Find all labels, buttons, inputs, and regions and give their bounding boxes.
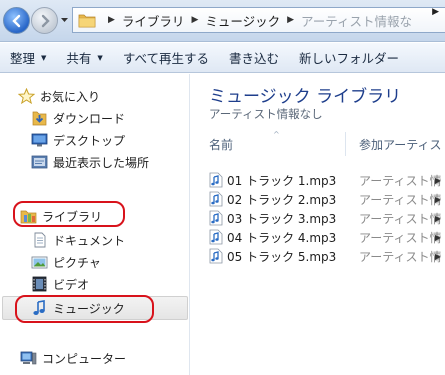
list-item[interactable]: 01 トラック 1.mp3 アーティスト情 ▶ — [209, 171, 445, 189]
play-all-button[interactable]: すべて再生する — [113, 48, 219, 67]
video-icon — [32, 276, 47, 292]
organize-button[interactable]: 整理 ▼ — [0, 48, 56, 67]
sidebar-item-label: デスクトップ — [53, 133, 126, 148]
breadcrumb-libraries[interactable]: ライブラリ — [122, 11, 185, 30]
breadcrumb-separator[interactable]: ▶ — [287, 15, 294, 25]
downloads-folder-icon — [32, 111, 47, 126]
annotation-circle-music — [15, 295, 154, 323]
overflow-arrow-icon: ▶ — [434, 232, 441, 242]
chevron-down-icon: ▼ — [41, 53, 47, 62]
breadcrumb-music[interactable]: ミュージック — [205, 11, 280, 30]
file-name: 02 トラック 2.mp3 — [227, 192, 337, 207]
desktop-icon — [31, 133, 48, 147]
audio-file-icon — [209, 172, 223, 188]
sidebar-item-videos[interactable]: ビデオ — [31, 274, 89, 294]
forward-button[interactable] — [31, 7, 58, 34]
overflow-arrow-icon: ▶ — [434, 251, 441, 261]
arrow-right-icon — [41, 14, 50, 27]
recent-places-icon — [31, 155, 48, 169]
sidebar-item-label: お気に入り — [40, 89, 101, 104]
sidebar-item-pictures[interactable]: ピクチャ — [31, 252, 101, 272]
sidebar-item-desktop[interactable]: デスクトップ — [31, 130, 125, 150]
sidebar-item-label: ピクチャ — [53, 255, 101, 270]
back-button[interactable] — [3, 7, 30, 34]
content-pane: ミュージック ライブラリ アーティスト情報なし ^ 名前 参加アーティス 01 … — [191, 74, 445, 375]
arrow-left-icon — [11, 14, 20, 27]
file-artist: アーティスト情 — [359, 230, 442, 245]
pictures-icon — [31, 256, 48, 269]
sidebar-item-label: ダウンロード — [53, 111, 126, 126]
address-bar-row: ▶ ライブラリ ▶ ミュージック ▶ アーティスト情報な ▶ — [0, 0, 445, 42]
column-divider[interactable] — [345, 132, 346, 156]
file-name: 03 トラック 3.mp3 — [227, 211, 337, 226]
list-item[interactable]: 05 トラック 5.mp3 アーティスト情 ▶ — [209, 247, 445, 265]
sidebar-item-favorites[interactable]: お気に入り — [18, 86, 100, 106]
file-artist: アーティスト情 — [359, 249, 442, 264]
overflow-arrow-icon: ▶ — [434, 175, 441, 185]
page-title: ミュージック ライブラリ — [209, 87, 402, 107]
column-header-name[interactable]: 名前 — [209, 136, 233, 153]
star-icon — [18, 88, 35, 104]
file-artist: アーティスト情 — [359, 192, 442, 207]
organize-label: 整理 — [10, 51, 36, 66]
sidebar-item-documents[interactable]: ドキュメント — [31, 230, 125, 250]
overflow-arrow-icon: ▶ — [434, 194, 441, 204]
burn-button[interactable]: 書き込む — [219, 48, 289, 67]
sort-ascending-icon: ^ — [273, 130, 280, 139]
column-header-artist[interactable]: 参加アーティス — [359, 136, 442, 153]
list-item[interactable]: 04 トラック 4.mp3 アーティスト情 ▶ — [209, 228, 445, 246]
sidebar-item-label: ドキュメント — [53, 233, 126, 248]
audio-file-icon — [209, 191, 223, 207]
audio-file-icon — [209, 248, 223, 264]
sidebar-item-label: コンピューター — [42, 351, 127, 366]
sidebar-item-downloads[interactable]: ダウンロード — [31, 108, 125, 128]
breadcrumb-separator[interactable]: ▶ — [108, 15, 115, 25]
sidebar-item-computer[interactable]: コンピューター — [20, 348, 126, 368]
share-label: 共有 — [66, 51, 92, 66]
chevron-down-icon: ▼ — [97, 53, 103, 62]
list-item[interactable]: 02 トラック 2.mp3 アーティスト情 ▶ — [209, 190, 445, 208]
folder-icon — [78, 14, 96, 28]
arrange-by-link[interactable]: アーティスト情報なし — [209, 106, 323, 122]
breadcrumb-artist[interactable]: アーティスト情報な — [301, 11, 412, 30]
file-name: 04 トラック 4.mp3 — [227, 230, 337, 245]
sidebar-item-label: ビデオ — [53, 277, 90, 292]
file-name: 01 トラック 1.mp3 — [227, 173, 337, 188]
annotation-circle-libraries — [13, 201, 125, 227]
file-artist: アーティスト情 — [359, 173, 442, 188]
share-button[interactable]: 共有 ▼ — [56, 48, 112, 67]
command-bar: 整理 ▼ 共有 ▼ すべて再生する 書き込む 新しいフォルダー — [0, 43, 445, 73]
navigation-pane: お気に入り ダウンロード デスクトップ 最近表示した場所 ライブラリ ドキュメン… — [0, 74, 190, 375]
column-header-row: ^ 名前 参加アーティス — [191, 130, 445, 156]
breadcrumb[interactable]: ▶ ライブラリ ▶ ミュージック ▶ アーティスト情報な — [72, 7, 445, 33]
computer-icon — [20, 351, 37, 365]
audio-file-icon — [209, 210, 223, 226]
recent-pages-dropdown[interactable] — [60, 15, 69, 25]
sidebar-item-label: 最近表示した場所 — [53, 155, 150, 170]
file-artist: アーティスト情 — [359, 211, 442, 226]
sidebar-item-recent-places[interactable]: 最近表示した場所 — [31, 152, 149, 172]
audio-file-icon — [209, 229, 223, 245]
list-item[interactable]: 03 トラック 3.mp3 アーティスト情 ▶ — [209, 209, 445, 227]
document-icon — [34, 232, 46, 248]
file-name: 05 トラック 5.mp3 — [227, 249, 337, 264]
breadcrumb-separator[interactable]: ▶ — [191, 15, 198, 25]
overflow-arrow-icon: ▶ — [434, 213, 441, 223]
new-folder-button[interactable]: 新しいフォルダー — [289, 48, 409, 67]
breadcrumb-overflow-icon[interactable]: ▶ — [432, 7, 439, 17]
